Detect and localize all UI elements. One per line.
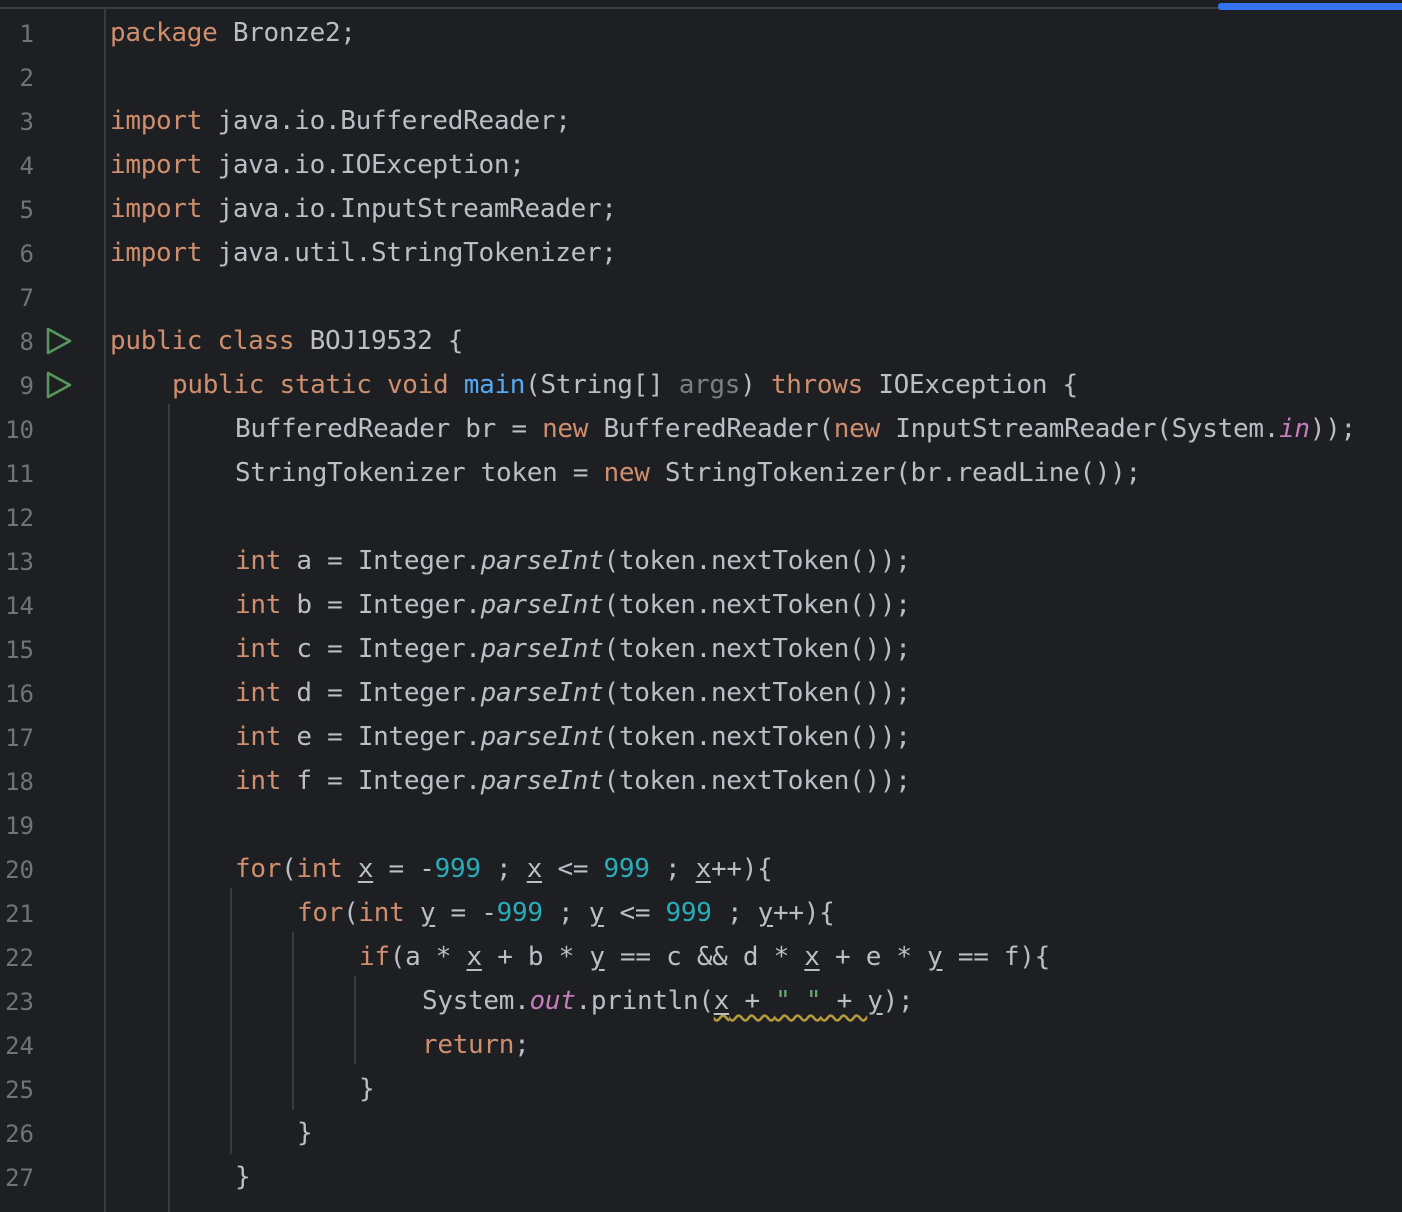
- line-number: 16: [5, 680, 34, 708]
- code-line[interactable]: 5 import java.io.InputStreamReader;: [0, 188, 1402, 232]
- code-line[interactable]: 13 int a = Integer.parseInt(token.nextTo…: [0, 540, 1402, 584]
- line-number: 21: [5, 900, 34, 928]
- code-line[interactable]: 9 public static void main(String[] args)…: [0, 364, 1402, 408]
- code-text[interactable]: public class BOJ19532 {: [110, 326, 463, 356]
- code-line[interactable]: 10 BufferedReader br = new BufferedReade…: [0, 408, 1402, 452]
- line-number: 17: [5, 724, 34, 752]
- run-icon[interactable]: [44, 370, 74, 400]
- code-line[interactable]: 12: [0, 496, 1402, 540]
- line-number: 15: [5, 636, 34, 664]
- line-number: 2: [19, 64, 34, 92]
- code-text[interactable]: int d = Integer.parseInt(token.nextToken…: [235, 678, 911, 708]
- code-text[interactable]: import java.io.BufferedReader;: [110, 106, 571, 136]
- line-number: 14: [5, 592, 34, 620]
- line-number: 4: [19, 152, 34, 180]
- code-text[interactable]: import java.io.IOException;: [110, 150, 525, 180]
- code-line[interactable]: 11 StringTokenizer token = new StringTok…: [0, 452, 1402, 496]
- code-line[interactable]: 8 public class BOJ19532 {: [0, 320, 1402, 364]
- line-number: 7: [19, 284, 34, 312]
- code-line[interactable]: 27 }: [0, 1156, 1402, 1200]
- code-text[interactable]: }: [297, 1118, 313, 1148]
- code-line[interactable]: 7: [0, 276, 1402, 320]
- code-text[interactable]: System.out.println(x + " " + y);: [422, 986, 914, 1016]
- code-text[interactable]: }: [235, 1162, 251, 1192]
- line-number: 5: [19, 196, 34, 224]
- code-line[interactable]: 6 import java.util.StringTokenizer;: [0, 232, 1402, 276]
- code-text[interactable]: int e = Integer.parseInt(token.nextToken…: [235, 722, 911, 752]
- line-number: 3: [19, 108, 34, 136]
- code-text[interactable]: return;: [422, 1030, 530, 1060]
- code-line[interactable]: 15 int c = Integer.parseInt(token.nextTo…: [0, 628, 1402, 672]
- run-icon[interactable]: [44, 326, 74, 356]
- line-number: 6: [19, 240, 34, 268]
- code-text[interactable]: import java.util.StringTokenizer;: [110, 238, 617, 268]
- line-number: 12: [5, 504, 34, 532]
- code-line[interactable]: 22 if(a * x + b * y == c && d * x + e * …: [0, 936, 1402, 980]
- line-number: 26: [5, 1120, 34, 1148]
- line-number: 27: [5, 1164, 34, 1192]
- line-number: 1: [19, 20, 34, 48]
- line-number: 8: [19, 328, 34, 356]
- code-line[interactable]: 1 package Bronze2;: [0, 12, 1402, 56]
- code-line[interactable]: 25 }: [0, 1068, 1402, 1112]
- code-text[interactable]: for(int x = -999 ; x <= 999 ; x++){: [235, 854, 773, 884]
- line-number: 18: [5, 768, 34, 796]
- code-text[interactable]: int f = Integer.parseInt(token.nextToken…: [235, 766, 911, 796]
- code-text[interactable]: if(a * x + b * y == c && d * x + e * y =…: [359, 942, 1050, 972]
- code-line[interactable]: 19: [0, 804, 1402, 848]
- code-line[interactable]: 18 int f = Integer.parseInt(token.nextTo…: [0, 760, 1402, 804]
- line-number: 22: [5, 944, 34, 972]
- code-text[interactable]: StringTokenizer token = new StringTokeni…: [235, 458, 1141, 488]
- code-line[interactable]: 21 for(int y = -999 ; y <= 999 ; y++){: [0, 892, 1402, 936]
- progress-bar: [1218, 3, 1402, 10]
- code-text[interactable]: int b = Integer.parseInt(token.nextToken…: [235, 590, 911, 620]
- code-text[interactable]: }: [359, 1074, 375, 1104]
- line-number: 24: [5, 1032, 34, 1060]
- line-number: 23: [5, 988, 34, 1016]
- code-text[interactable]: import java.io.InputStreamReader;: [110, 194, 617, 224]
- code-text[interactable]: BufferedReader br = new BufferedReader(n…: [235, 414, 1356, 444]
- code-line[interactable]: 3 import java.io.BufferedReader;: [0, 100, 1402, 144]
- code-text[interactable]: public static void main(String[] args) t…: [172, 370, 1078, 400]
- warning-highlight[interactable]: x + " " +: [714, 986, 868, 1016]
- line-number: 19: [5, 812, 34, 840]
- code-line[interactable]: 4 import java.io.IOException;: [0, 144, 1402, 188]
- code-line[interactable]: 17 int e = Integer.parseInt(token.nextTo…: [0, 716, 1402, 760]
- code-line[interactable]: 20 for(int x = -999 ; x <= 999 ; x++){: [0, 848, 1402, 892]
- line-number: 10: [5, 416, 34, 444]
- code-text[interactable]: int c = Integer.parseInt(token.nextToken…: [235, 634, 911, 664]
- line-number: 13: [5, 548, 34, 576]
- line-number: 20: [5, 856, 34, 884]
- line-number: 11: [5, 460, 34, 488]
- code-text[interactable]: for(int y = -999 ; y <= 999 ; y++){: [297, 898, 835, 928]
- code-line[interactable]: 2: [0, 56, 1402, 100]
- code-editor[interactable]: 1 package Bronze2; 2 3 import java.io.Bu…: [0, 0, 1402, 1212]
- code-text[interactable]: package Bronze2;: [110, 18, 356, 48]
- code-line[interactable]: 23 System.out.println(x + " " + y);: [0, 980, 1402, 1024]
- line-number: 9: [19, 372, 34, 400]
- code-line[interactable]: 24 return;: [0, 1024, 1402, 1068]
- code-line[interactable]: 14 int b = Integer.parseInt(token.nextTo…: [0, 584, 1402, 628]
- code-line[interactable]: 16 int d = Integer.parseInt(token.nextTo…: [0, 672, 1402, 716]
- line-number: 25: [5, 1076, 34, 1104]
- editor-top-border: [0, 7, 1402, 9]
- code-text[interactable]: int a = Integer.parseInt(token.nextToken…: [235, 546, 911, 576]
- code-line[interactable]: 26 }: [0, 1112, 1402, 1156]
